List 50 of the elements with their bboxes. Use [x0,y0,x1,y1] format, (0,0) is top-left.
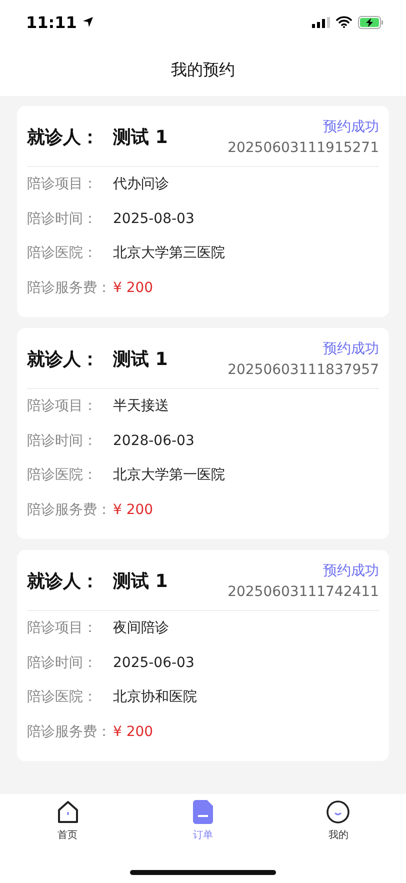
tab-bar-item[interactable]: 我的 [298,800,378,846]
signal-icon [312,16,330,28]
field-value: 北京协和医院 [113,688,197,706]
appointment-status: 预约成功 [323,118,379,136]
field-label: 陪诊服务费： [27,722,112,741]
page-title: 我的预约 [171,60,235,80]
field-value: 代办问诊 [113,175,169,194]
document-icon [192,800,213,824]
price-value: ¥ 200 [113,502,154,518]
field-value: 2025-08-03 [113,210,194,227]
appointment-card[interactable]: 就诊人： 测试 1 预约成功 20250603111915271 陪诊项目： 代办问诊 陪诊时间： 2025-08-03 陪诊医院： 北京大学第三医院 陪诊服务费：¥ 200 [17,106,389,317]
order-number: 20250603111837957 [228,362,379,378]
field-label: 陪诊服务费： [27,278,112,297]
battery-charging-icon [358,16,384,28]
field-label: 陪诊医院： [27,688,98,706]
field-label: 陪诊项目： [27,619,98,638]
field-label: 陪诊项目： [27,397,98,416]
field-label: 陪诊医院： [27,466,98,484]
field-label: 陪诊时间： [27,210,98,228]
appointment-status: 预约成功 [323,562,379,580]
tab-bar-item[interactable]: 首页 [28,800,108,846]
price-value: ¥ 200 [113,724,154,740]
patient-name: 测试 1 [113,126,168,149]
smiley-icon [326,800,350,824]
appointment-card[interactable]: 就诊人： 测试 1 预约成功 20250603111742411 陪诊项目： 夜间陪诊 陪诊时间： 2025-06-03 陪诊医院： 北京协和医院 陪诊服务费：¥ 200 [17,550,389,761]
price-value: ¥ 200 [113,280,154,296]
patient-label: 就诊人： [27,126,99,149]
appointment-card[interactable]: 就诊人： 测试 1 预约成功 20250603111837957 陪诊项目： 半天接送 陪诊时间： 2028-06-03 陪诊医院： 北京大学第一医院 陪诊服务费：¥ 200 [17,328,389,539]
field-value: 夜间陪诊 [113,619,169,638]
field-value: 2025-06-03 [113,654,194,671]
field-value: 半天接送 [113,397,169,416]
order-number: 20250603111915271 [228,140,379,156]
field-value: 北京大学第三医院 [113,244,225,262]
field-value: 2028-06-03 [113,432,194,449]
house-icon [56,800,79,824]
field-label: 陪诊服务费： [27,500,112,519]
status-time: 11:11 [26,12,77,32]
order-number: 20250603111742411 [228,584,379,600]
field-label: 陪诊时间： [27,432,98,450]
field-label: 陪诊时间： [27,654,98,672]
field-label: 陪诊医院： [27,244,98,262]
field-value: 北京大学第一医院 [113,466,225,484]
wifi-icon [336,16,352,28]
patient-name: 测试 1 [113,570,168,593]
patient-label: 就诊人： [27,570,99,593]
field-label: 陪诊项目： [27,175,98,194]
patient-name: 测试 1 [113,348,168,371]
location-arrow-icon [82,16,94,28]
patient-label: 就诊人： [27,348,99,371]
appointment-status: 预约成功 [323,340,379,358]
